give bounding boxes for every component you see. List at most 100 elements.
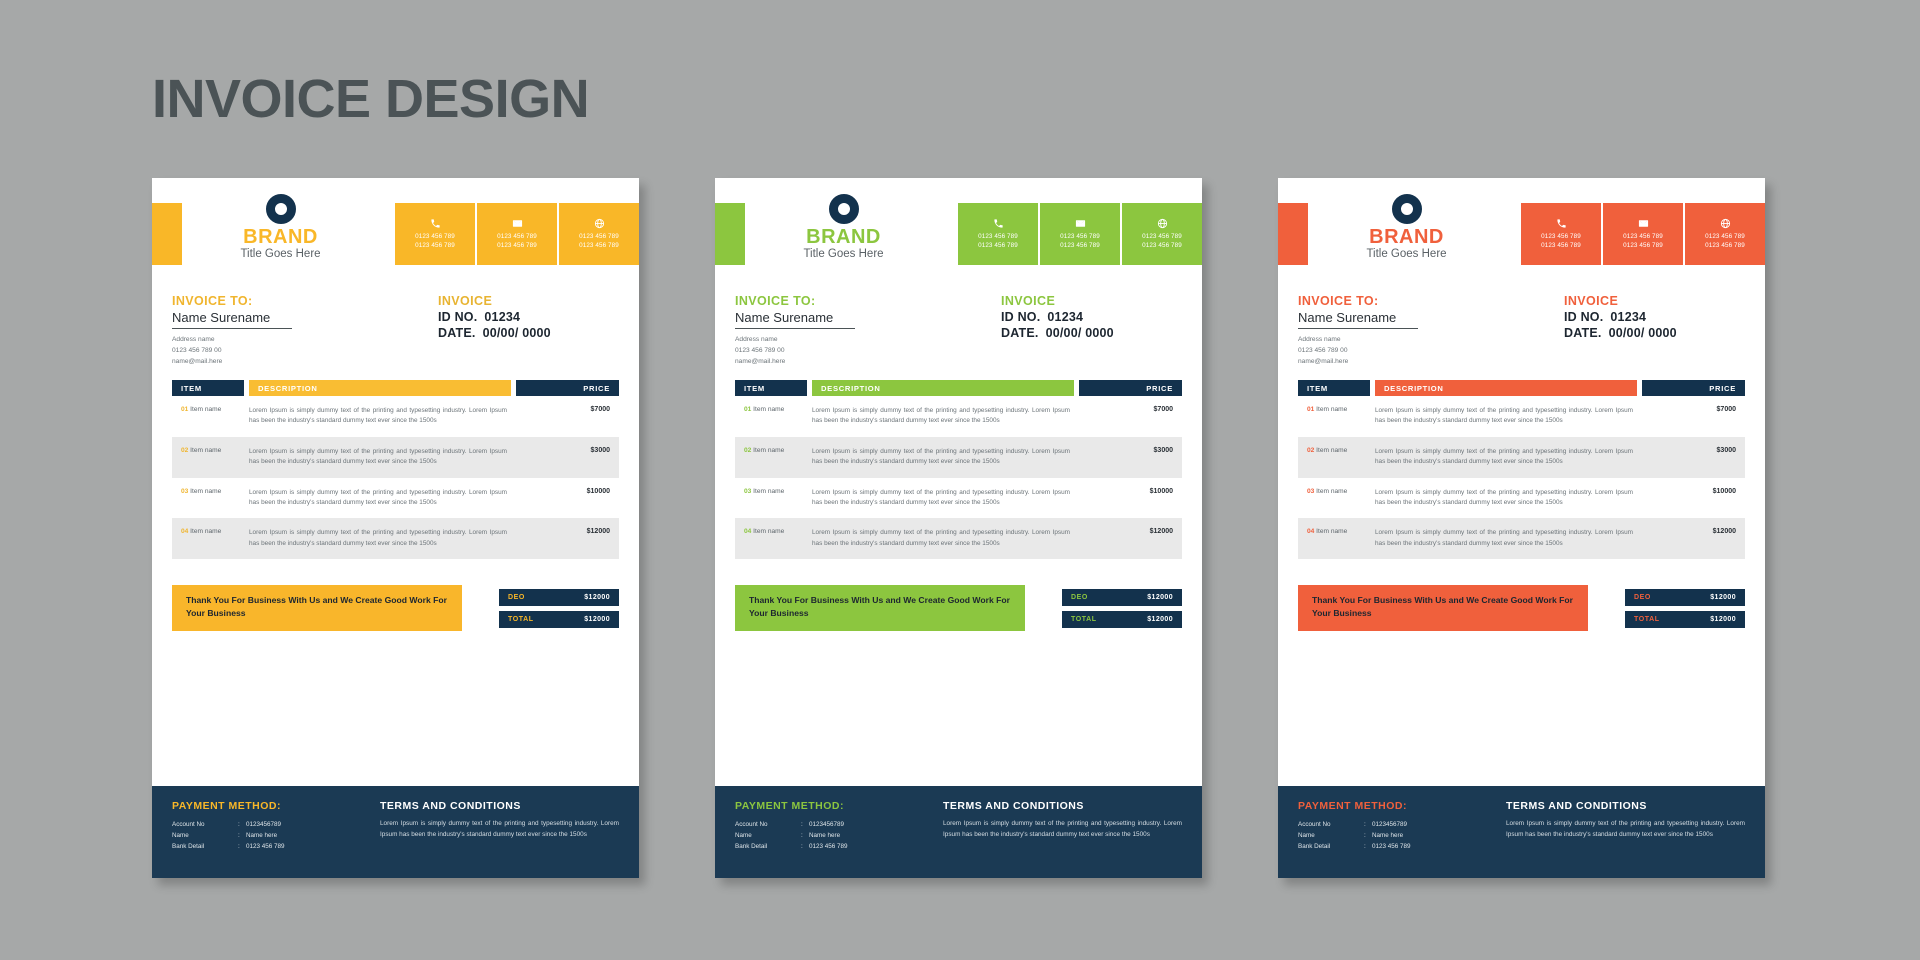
cell-description: Lorem Ipsum is simply dummy text of the … <box>249 529 507 547</box>
contact-block-1[interactable]: 0123 456 789 0123 456 789 <box>477 203 557 265</box>
items-table: ITEM DESCRIPTION PRICE 01 Item name Lorem Ip… <box>1298 380 1745 559</box>
invoice-id-line: ID NO. 01234 <box>1564 310 1739 324</box>
bill-to-address: Address name <box>172 336 215 343</box>
payment-method-block: PAYMENT METHOD: Account No:0123456789 Name… <box>735 800 925 878</box>
payment-key: Name <box>1298 832 1315 840</box>
payment-colon: : <box>238 843 240 851</box>
contact-block-2[interactable]: 0123 456 789 0123 456 789 <box>559 203 639 265</box>
invoice-header: BRAND Title Goes Here 0123 456 789 0123 456… <box>715 178 1202 266</box>
contact-block-0[interactable]: 0123 456 789 0123 456 789 <box>395 203 475 265</box>
invoice-card-orange[interactable]: BRAND Title Goes Here 0123 456 789 0123 456… <box>1278 178 1765 878</box>
phone-icon <box>1556 218 1567 229</box>
invoice-id-value: 01234 <box>1610 310 1647 324</box>
column-header-price: PRICE <box>516 380 619 396</box>
payment-colon: : <box>238 821 240 828</box>
invoice-card-yellow[interactable]: BRAND Title Goes Here 0123 456 789 0123 456… <box>152 178 639 878</box>
contact-block-2[interactable]: 0123 456 789 0123 456 789 <box>1685 203 1765 265</box>
cell-price: $3000 <box>1716 446 1736 454</box>
bill-to-name: Name Surename <box>172 310 292 329</box>
cell-item-name: 03 Item name <box>1298 488 1370 497</box>
column-header-description: DESCRIPTION <box>1375 380 1637 396</box>
payment-row: Name: Name here <box>1298 830 1488 841</box>
payment-colon: : <box>1364 821 1366 828</box>
invoice-meta-row: INVOICE TO: Name Surename Address name 0123… <box>1298 294 1745 365</box>
contact-line-1: 0123 456 789 <box>1142 232 1182 240</box>
cell-price: $7000 <box>1716 406 1736 413</box>
invoice-date-label: DATE. <box>1001 326 1039 340</box>
contact-lines: 0123 456 789 0123 456 789 <box>497 232 537 250</box>
invoice-date-label: DATE. <box>438 326 476 340</box>
brand-tagline: Title Goes Here <box>803 248 884 260</box>
contact-block-1[interactable]: 0123 456 789 0123 456 789 <box>1603 203 1683 265</box>
table-header-row: ITEM DESCRIPTION PRICE <box>172 380 619 396</box>
thank-you-banner: Thank You For Business With Us and We Cr… <box>1298 585 1588 631</box>
invoice-id-label: ID NO. <box>1564 310 1604 324</box>
cell-item-name: 03 Item name <box>172 488 244 497</box>
terms-heading: TERMS AND CONDITIONS <box>1506 800 1647 812</box>
item-name: Item name <box>190 446 222 454</box>
table-row: 01 Item name Lorem Ipsum is simply dummy … <box>172 396 619 437</box>
item-number: 03 <box>1307 487 1317 495</box>
brand-block: BRAND Title Goes Here <box>751 194 936 262</box>
invoice-date-line: DATE. 00/00/ 0000 <box>1001 326 1176 340</box>
column-header-item: ITEM <box>172 380 244 396</box>
accent-tab <box>152 203 182 265</box>
table-row: 04 Item name Lorem Ipsum is simply dummy … <box>735 518 1182 559</box>
payment-value: 0123 456 789 <box>246 843 285 851</box>
payment-key: Account No <box>1298 821 1331 828</box>
total-value: $12000 <box>1710 616 1736 623</box>
invoice-meta-row: INVOICE TO: Name Surename Address name 0123… <box>172 294 619 365</box>
table-row: 04 Item name Lorem Ipsum is simply dummy … <box>1298 518 1745 559</box>
total-line-deo: DEO $12000 <box>1062 589 1182 606</box>
thanks-totals-row: Thank You For Business With Us and We Cr… <box>1298 585 1745 631</box>
payment-value: Name here <box>809 832 841 840</box>
invoice-footer: PAYMENT METHOD: Account No:0123456789 Name… <box>152 786 639 878</box>
invoice-header: BRAND Title Goes Here 0123 456 789 0123 456… <box>1278 178 1765 266</box>
contact-line-1: 0123 456 789 <box>579 232 619 240</box>
bill-to-details: Address name 0123 456 789 00 name@mail.her… <box>172 335 402 368</box>
contact-block-0[interactable]: 0123 456 789 0123 456 789 <box>1521 203 1601 265</box>
bill-to-block: INVOICE TO: Name Surename Address name 0123… <box>172 294 402 368</box>
column-header-price: PRICE <box>1642 380 1745 396</box>
cell-item-name: 02 Item name <box>735 447 807 456</box>
bill-to-label: INVOICE TO: <box>1298 294 1379 308</box>
item-name: Item name <box>190 528 222 536</box>
payment-value: 0123456789 <box>1372 821 1408 828</box>
payment-colon: : <box>1364 843 1366 851</box>
contact-line-2: 0123 456 789 <box>415 242 455 249</box>
total-line-total: TOTAL $12000 <box>1625 611 1745 628</box>
payment-details: Account No:0123456789 Name: Name here Bank … <box>172 819 362 852</box>
invoice-card-green[interactable]: BRAND Title Goes Here 0123 456 789 0123 456… <box>715 178 1202 878</box>
invoice-id-label: ID NO. <box>1001 310 1041 324</box>
invoice-meta-block: INVOICE ID NO. 01234 DATE. 00/00/ 0000 <box>1001 294 1176 340</box>
payment-key: Account No <box>735 821 768 828</box>
contact-block-0[interactable]: 0123 456 789 0123 456 789 <box>958 203 1038 265</box>
payment-row: Name: Name here <box>735 830 925 841</box>
terms-text: Lorem Ipsum is simply dummy text of the … <box>943 820 1182 838</box>
contact-lines: 0123 456 789 0123 456 789 <box>1623 232 1663 250</box>
totals-block: DEO $12000 TOTAL $12000 <box>1062 589 1182 633</box>
terms-block: TERMS AND CONDITIONS Lorem Ipsum is simpl… <box>362 800 619 878</box>
item-name: Item name <box>753 406 785 413</box>
column-header-description: DESCRIPTION <box>249 380 511 396</box>
contact-line-2: 0123 456 789 <box>1541 242 1581 249</box>
payment-method-block: PAYMENT METHOD: Account No:0123456789 Name… <box>1298 800 1488 878</box>
cell-price: $10000 <box>1149 487 1173 495</box>
contact-lines: 0123 456 789 0123 456 789 <box>1705 232 1745 250</box>
brand-logo-icon <box>828 194 859 224</box>
brand-tagline: Title Goes Here <box>240 248 321 260</box>
payment-value: 0123 456 789 <box>809 843 848 851</box>
contact-block-2[interactable]: 0123 456 789 0123 456 789 <box>1122 203 1202 265</box>
total-value: $12000 <box>1147 594 1173 601</box>
globe-icon <box>1720 218 1731 229</box>
items-table: ITEM DESCRIPTION PRICE 01 Item name Lorem Ip… <box>172 380 619 559</box>
contact-line-2: 0123 456 789 <box>1623 242 1663 249</box>
accent-tab <box>715 203 745 265</box>
payment-row: Name: Name here <box>172 830 362 841</box>
table-row: 03 Item name Lorem Ipsum is simply dummy … <box>172 478 619 519</box>
mail-icon <box>512 218 523 229</box>
cell-item-name: 04 Item name <box>735 528 807 537</box>
contact-block-1[interactable]: 0123 456 789 0123 456 789 <box>1040 203 1120 265</box>
invoice-date-value: 00/00/ 0000 <box>482 326 551 340</box>
cell-description: Lorem Ipsum is simply dummy text of the … <box>249 488 507 506</box>
